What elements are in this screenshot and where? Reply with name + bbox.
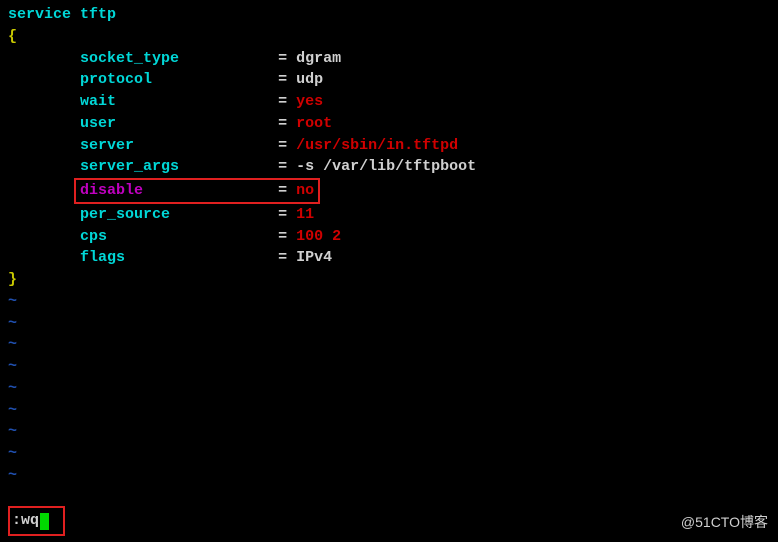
config-key: flags — [80, 249, 278, 266]
tilde-line: ~ — [8, 291, 770, 313]
config-row: user = root — [8, 113, 770, 135]
config-value: yes — [296, 93, 323, 110]
equals-sign: = — [278, 228, 287, 245]
tilde-line: ~ — [8, 400, 770, 422]
empty-lines: ~~~~~~~~~ — [8, 291, 770, 487]
service-header: service tftp — [8, 4, 770, 26]
config-row: cps = 100 2 — [8, 226, 770, 248]
tilde-line: ~ — [8, 313, 770, 335]
close-brace: } — [8, 269, 770, 291]
service-name: tftp — [80, 6, 116, 23]
tilde-line: ~ — [8, 421, 770, 443]
tilde-line: ~ — [8, 465, 770, 487]
equals-sign: = — [278, 206, 287, 223]
vim-command-bar[interactable]: :wq — [8, 506, 65, 536]
cmd-text: wq — [21, 510, 39, 532]
config-value: IPv4 — [296, 249, 332, 266]
config-value: udp — [296, 71, 323, 88]
config-row: server_args = -s /var/lib/tftpboot — [8, 156, 770, 178]
keyword-service: service — [8, 6, 71, 23]
equals-sign: = — [278, 249, 287, 266]
config-key: protocol — [80, 71, 278, 88]
config-key: socket_type — [80, 50, 278, 67]
equals-sign: = — [278, 93, 287, 110]
config-value: -s /var/lib/tftpboot — [296, 158, 476, 175]
config-key: disable — [80, 182, 278, 199]
config-value: 100 2 — [296, 228, 341, 245]
tilde-line: ~ — [8, 378, 770, 400]
tilde-line: ~ — [8, 443, 770, 465]
config-key: per_source — [80, 206, 278, 223]
tilde-line: ~ — [8, 356, 770, 378]
open-brace: { — [8, 26, 770, 48]
equals-sign: = — [278, 137, 287, 154]
highlight-row-disable: disable = no — [74, 178, 320, 204]
config-row: socket_type = dgram — [8, 48, 770, 70]
config-value: /usr/sbin/in.tftpd — [296, 137, 458, 154]
watermark-text: @51CTO博客 — [681, 512, 768, 532]
config-key: cps — [80, 228, 278, 245]
equals-sign: = — [278, 115, 287, 132]
config-row: protocol = udp — [8, 69, 770, 91]
config-value: 11 — [296, 206, 314, 223]
tilde-line: ~ — [8, 334, 770, 356]
terminal-editor[interactable]: service tftp { socket_type = dgram proto… — [0, 0, 778, 491]
equals-sign: = — [278, 50, 287, 67]
command-highlight: :wq — [8, 506, 65, 536]
config-key: wait — [80, 93, 278, 110]
config-key: server — [80, 137, 278, 154]
config-block: socket_type = dgram protocol = udp wait … — [8, 48, 770, 270]
cursor-icon — [40, 513, 49, 530]
equals-sign: = — [278, 158, 287, 175]
cmd-colon: : — [12, 510, 21, 532]
config-key: user — [80, 115, 278, 132]
config-value: no — [296, 182, 314, 199]
config-row: flags = IPv4 — [8, 247, 770, 269]
config-row: per_source = 11 — [8, 204, 770, 226]
equals-sign: = — [278, 182, 287, 199]
config-row: server = /usr/sbin/in.tftpd — [8, 135, 770, 157]
config-value: dgram — [296, 50, 341, 67]
equals-sign: = — [278, 71, 287, 88]
config-row: wait = yes — [8, 91, 770, 113]
config-key: server_args — [80, 158, 278, 175]
config-value: root — [296, 115, 332, 132]
